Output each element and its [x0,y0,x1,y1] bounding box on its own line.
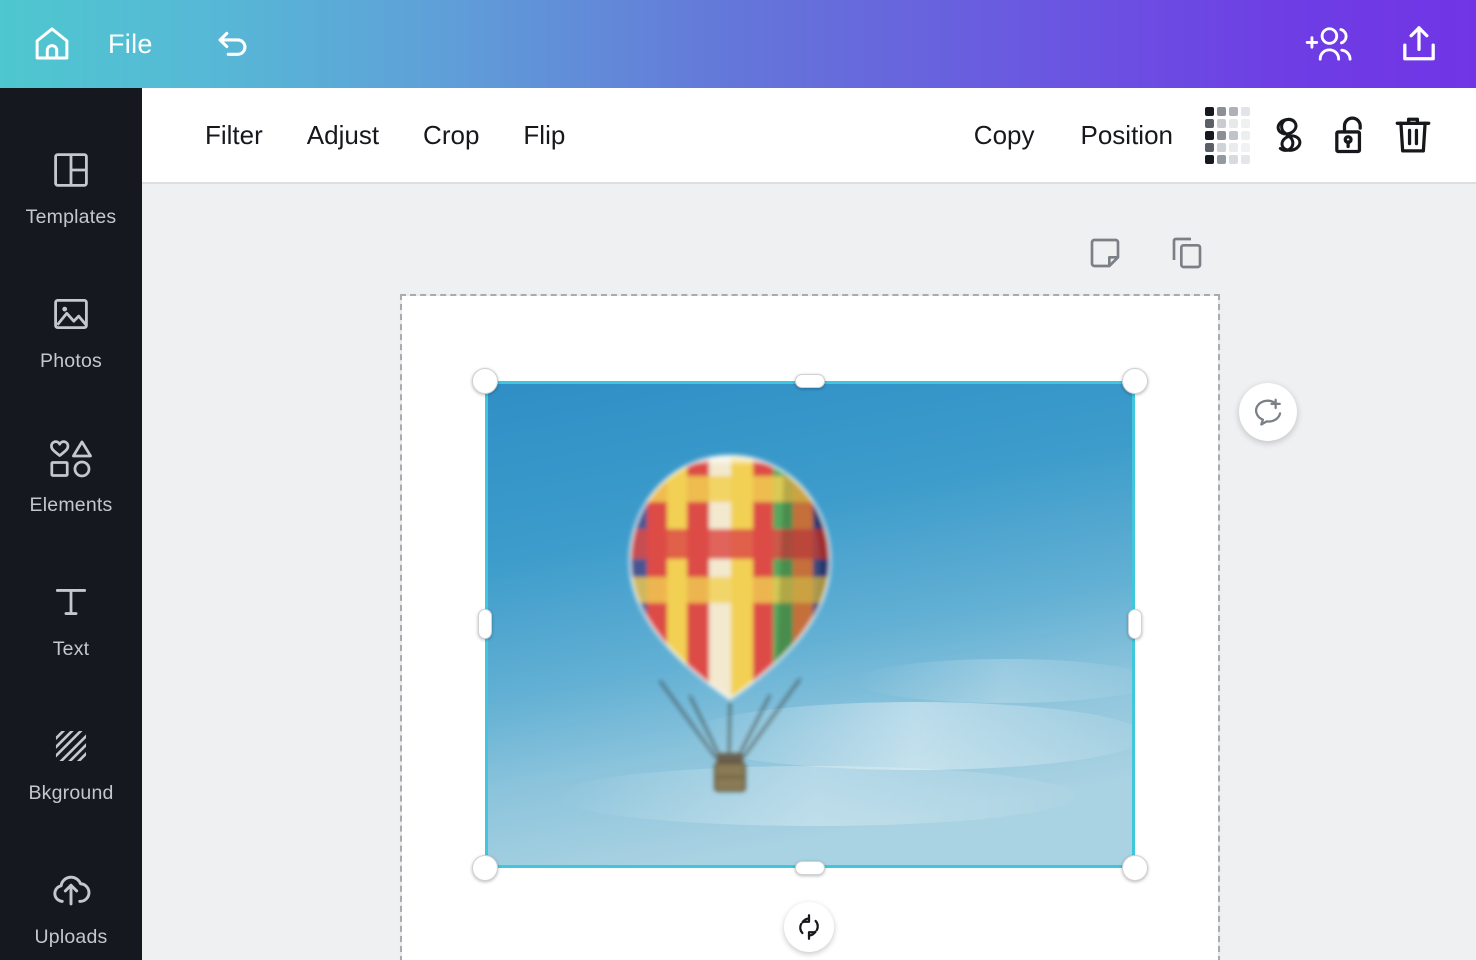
file-menu-button[interactable]: File [108,29,153,60]
resize-handle-bottom-center[interactable] [795,861,825,875]
editor-window: File Templates Photos Elements Text Bkgr… [0,0,1476,960]
top-bar-actions [1304,21,1442,67]
add-page-icon[interactable] [1080,228,1130,278]
resize-handle-bottom-right[interactable] [1122,855,1148,881]
sidebar-item-label: Text [52,638,90,660]
resize-handle-bottom-left[interactable] [472,855,498,881]
sidebar-item-text[interactable]: Text [0,546,142,690]
add-comment-icon[interactable] [1239,383,1297,441]
templates-icon [50,143,92,197]
position-button[interactable]: Position [1058,120,1197,151]
share-icon[interactable] [1396,21,1442,67]
sidebar-item-label: Templates [25,206,117,228]
selected-image-element[interactable] [472,368,1148,881]
balloon-photo [485,381,1135,868]
filter-button[interactable]: Filter [183,120,285,151]
home-icon[interactable] [26,18,78,70]
left-sidebar: Templates Photos Elements Text Bkground … [0,88,142,960]
flip-button[interactable]: Flip [501,120,587,151]
top-bar: File [0,0,1476,88]
sidebar-item-photos[interactable]: Photos [0,258,142,402]
rotate-icon[interactable] [784,902,834,952]
resize-handle-top-left[interactable] [472,368,498,394]
text-icon [50,575,92,629]
sidebar-item-templates[interactable]: Templates [0,114,142,258]
duplicate-page-icon[interactable] [1162,228,1212,278]
sidebar-item-bkground[interactable]: Bkground [0,690,142,834]
adjust-button[interactable]: Adjust [285,120,401,151]
resize-handle-top-right[interactable] [1122,368,1148,394]
sidebar-item-label: Uploads [34,926,108,948]
crop-button[interactable]: Crop [401,120,501,151]
copy-button[interactable]: Copy [951,120,1058,151]
unlock-icon[interactable] [1320,104,1382,166]
add-collaborator-icon[interactable] [1304,22,1358,66]
background-icon [50,719,92,773]
delete-icon[interactable] [1382,104,1444,166]
undo-icon[interactable] [207,18,259,70]
toolbar-right-group: Copy Position [951,104,1444,166]
sidebar-item-label: Bkground [28,782,114,804]
image-toolbar: Filter Adjust Crop Flip Copy Position [142,88,1476,184]
page-tools [1080,228,1212,278]
uploads-icon [49,863,93,917]
link-icon[interactable] [1258,104,1320,166]
elements-icon [47,431,95,485]
sidebar-item-label: Photos [40,350,102,372]
photos-icon [50,287,92,341]
toolbar-left-group: Filter Adjust Crop Flip [183,120,587,151]
sidebar-item-elements[interactable]: Elements [0,402,142,546]
resize-handle-middle-left[interactable] [478,609,492,639]
transparency-icon[interactable] [1196,104,1258,166]
resize-handle-middle-right[interactable] [1128,609,1142,639]
sidebar-item-uploads[interactable]: Uploads [0,834,142,960]
sidebar-item-label: Elements [29,494,113,516]
resize-handle-top-center[interactable] [795,374,825,388]
